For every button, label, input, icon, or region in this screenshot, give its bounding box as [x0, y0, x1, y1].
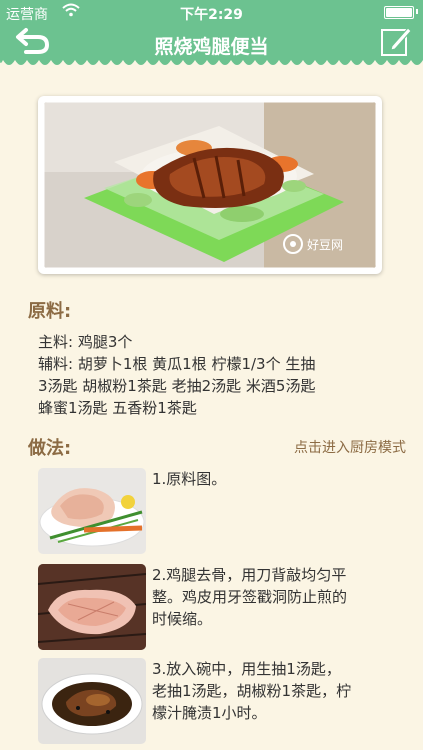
nav-bar: 运营商 下午2:29 照烧鸡腿便当 [0, 0, 423, 60]
aux-ingredients-line: 辅料: 胡萝卜1根 黄瓜1根 柠檬1/3个 生抽 [38, 355, 316, 373]
step-line: 3.放入碗中，用生抽1汤匙， [152, 660, 341, 678]
step-line: 老抽1汤匙，胡椒粉1茶匙，柠 [152, 682, 352, 700]
ingredients-list: 主料: 鸡腿3个 辅料: 胡萝卜1根 黄瓜1根 柠檬1/3个 生抽 3汤匙 胡椒… [38, 331, 398, 419]
step-photo[interactable] [38, 468, 146, 554]
step-item[interactable]: 3.放入碗中，用生抽1汤匙， 老抽1汤匙，胡椒粉1茶匙，柠 檬汁腌渍1小时。 [38, 658, 408, 746]
step-line: 2.鸡腿去骨，用刀背敲均匀平 [152, 566, 347, 584]
page-title: 照烧鸡腿便当 [154, 36, 269, 58]
battery-icon [384, 6, 414, 19]
step-photo[interactable] [38, 658, 146, 744]
step-photo[interactable] [38, 564, 146, 650]
kitchen-mode-link[interactable]: 点击进入厨房模式 [294, 437, 406, 457]
aux-ingredients-line: 蜂蜜1汤匙 五香粉1茶匙 [38, 399, 197, 417]
step-line: 时候缩。 [152, 610, 213, 628]
status-time: 下午2:29 [180, 7, 243, 23]
step-description: 2.鸡腿去骨，用刀背敲均匀平 整。鸡皮用牙签戳洞防止煎的 时候缩。 [152, 564, 406, 630]
edit-icon[interactable] [379, 24, 413, 58]
step-line: 1.原料图。 [152, 470, 227, 488]
step-description: 1.原料图。 [152, 468, 406, 490]
battery-cap [416, 9, 418, 14]
step-description: 3.放入碗中，用生抽1汤匙， 老抽1汤匙，胡椒粉1茶匙，柠 檬汁腌渍1小时。 [152, 658, 406, 724]
step-item[interactable]: 1.原料图。 [38, 468, 408, 556]
method-heading: 做法: [28, 438, 72, 459]
main-ingredients: 主料: 鸡腿3个 [38, 333, 133, 351]
status-bar: 运营商 下午2:29 [0, 0, 423, 24]
step-line: 檬汁腌渍1小时。 [152, 704, 267, 722]
step-item[interactable]: 2.鸡腿去骨，用刀背敲均匀平 整。鸡皮用牙签戳洞防止煎的 时候缩。 [38, 564, 408, 652]
ingredients-heading: 原料: [28, 301, 72, 322]
step-line: 整。鸡皮用牙签戳洞防止煎的 [152, 588, 348, 606]
aux-ingredients-line: 3汤匙 胡椒粉1茶匙 老抽2汤匙 米酒5汤匙 [38, 377, 316, 395]
header-scallop-edge [0, 58, 423, 65]
watermark-text: 好豆网 [307, 238, 343, 252]
haodou-watermark-logo: 好豆网 [283, 234, 343, 254]
